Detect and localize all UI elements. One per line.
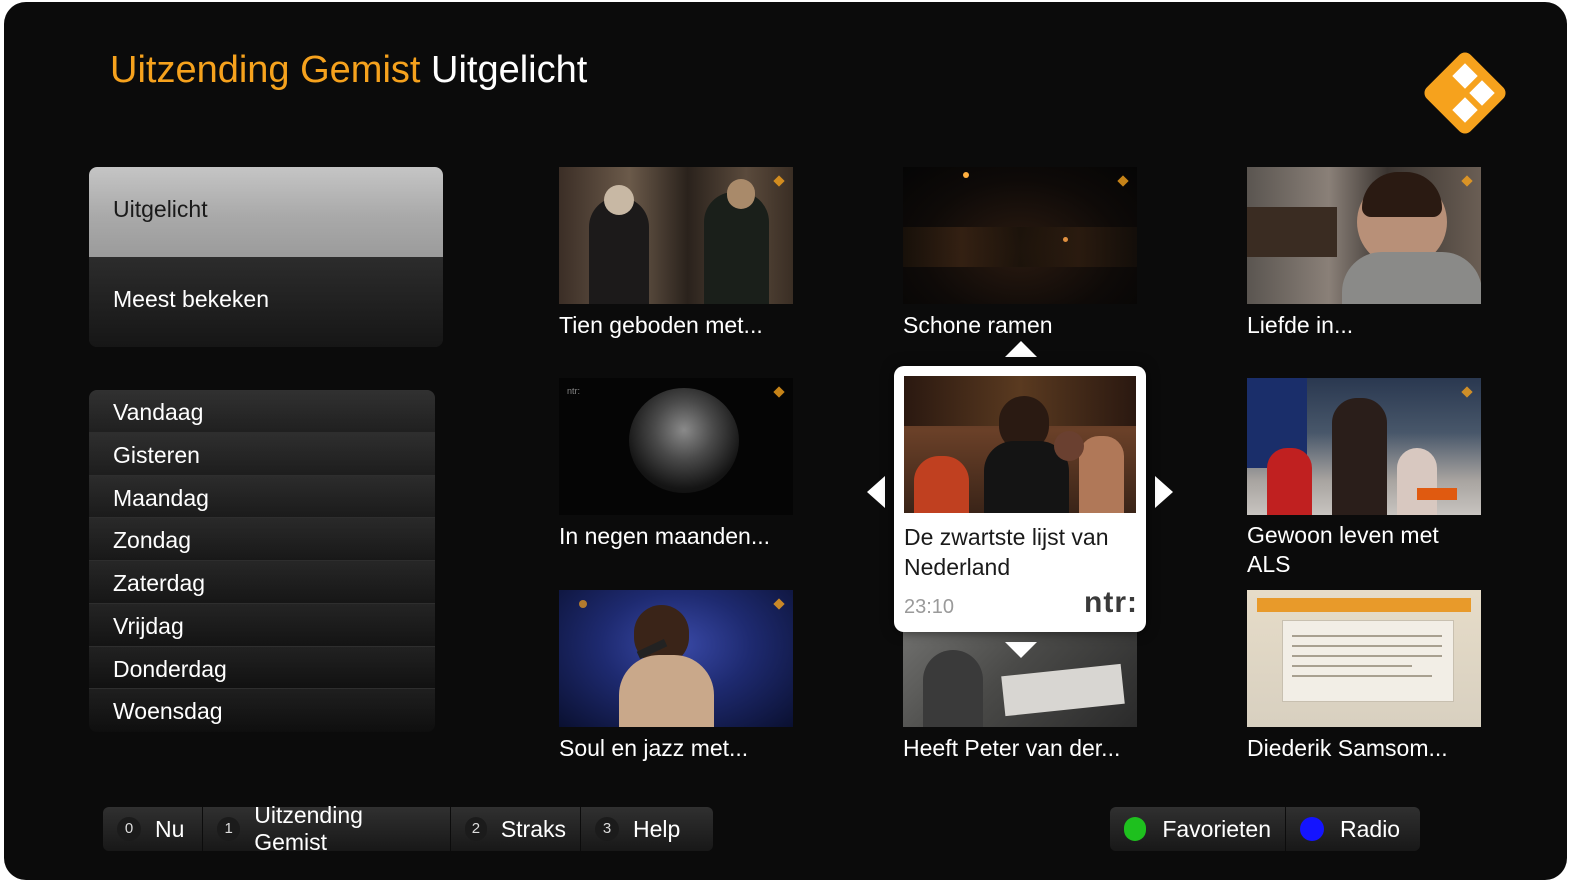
diamond-icon <box>1461 386 1473 398</box>
program-title: In negen maanden... <box>559 523 770 549</box>
day-item-zondag[interactable]: Zondag <box>89 518 435 561</box>
key-1-icon: 1 <box>217 817 241 841</box>
key-0-icon: 0 <box>117 817 141 841</box>
program-title: Heeft Peter van der... <box>903 735 1121 761</box>
featured-title: De zwartste lijst van Nederland <box>904 524 1109 580</box>
program-thumbnail <box>1247 378 1481 515</box>
program-thumbnail <box>559 167 793 304</box>
program-title: Schone ramen <box>903 312 1053 338</box>
nav-button-straks[interactable]: 2 Straks <box>451 807 581 851</box>
section-title: Uitgelicht <box>431 49 588 91</box>
app-logo-icon <box>1424 52 1506 134</box>
nav-label: Uitzending Gemist <box>254 802 363 855</box>
broadcaster-logo: ntr: <box>1084 586 1138 619</box>
favorites-button[interactable]: Favorieten <box>1110 807 1286 851</box>
program-title: Diederik Samsom... <box>1247 735 1448 761</box>
day-item-zaterdag[interactable]: Zaterdag <box>89 561 435 604</box>
favorites-label: Favorieten <box>1162 815 1271 842</box>
program-title: Soul en jazz met... <box>559 735 749 761</box>
program-tile[interactable]: Schone ramen <box>903 167 1137 340</box>
green-key-icon <box>1124 817 1147 841</box>
left-arrow-icon[interactable] <box>867 476 885 508</box>
program-tile[interactable]: Tien geboden met... <box>559 167 793 340</box>
bottom-nav-bar: 0 Nu 1 Uitzending Gemist 2 Straks 3 Help <box>103 802 713 855</box>
program-tile[interactable]: ntr: In negen maanden... <box>559 378 793 551</box>
featured-program-card[interactable]: ntr: De zwartste lijst van Nederland 23:… <box>894 366 1146 632</box>
program-tile[interactable]: Gewoon leven met ALS <box>1247 378 1481 579</box>
menu-item-meest-bekeken[interactable]: Meest bekeken <box>89 257 443 347</box>
color-key-bar: Favorieten Radio <box>1110 807 1420 851</box>
key-3-icon: 3 <box>595 817 619 841</box>
program-title: Tien geboden met... <box>559 312 763 338</box>
program-thumbnail <box>1247 590 1481 727</box>
program-title: Liefde in... <box>1247 312 1354 338</box>
program-thumbnail: ntr: <box>559 378 793 515</box>
diamond-icon <box>773 386 785 398</box>
day-item-donderdag[interactable]: Donderdag <box>89 646 435 690</box>
page-title: Uitzending Gemist Uitgelicht <box>110 48 587 92</box>
key-2-icon: 2 <box>465 817 487 841</box>
radio-label: Radio <box>1340 815 1401 842</box>
day-item-gisteren[interactable]: Gisteren <box>89 432 435 476</box>
nav-button-help[interactable]: 3 Help <box>581 807 713 851</box>
radio-button[interactable]: Radio <box>1286 807 1420 851</box>
day-menu: Vandaag Gisteren Maandag Zondag Zaterdag… <box>89 390 435 732</box>
day-item-vandaag[interactable]: Vandaag <box>89 390 435 433</box>
diamond-icon <box>1461 175 1473 187</box>
diamond-icon <box>773 175 785 187</box>
tv-screen: Uitzending Gemist Uitgelicht Uitgelicht … <box>4 2 1567 880</box>
menu-item-uitgelicht[interactable]: Uitgelicht <box>89 167 443 257</box>
blue-key-icon <box>1300 817 1324 841</box>
program-thumbnail <box>903 167 1137 304</box>
main-menu: Uitgelicht Meest bekeken <box>89 167 443 347</box>
up-arrow-icon[interactable] <box>1005 341 1037 357</box>
program-tile[interactable]: Liefde in... <box>1247 167 1481 340</box>
brand-title: Uitzending Gemist <box>110 49 421 91</box>
program-thumbnail <box>559 590 793 727</box>
diamond-icon <box>1117 175 1129 187</box>
nav-button-uitzending-gemist[interactable]: 1 Uitzending Gemist <box>203 802 451 855</box>
program-title: Gewoon leven met ALS <box>1247 522 1439 577</box>
program-tile[interactable]: Diederik Samsom... <box>1247 590 1481 763</box>
diamond-icon <box>773 598 785 610</box>
featured-time: 23:10 <box>904 596 955 618</box>
down-arrow-icon[interactable] <box>1005 642 1037 658</box>
nav-label: Nu <box>155 815 185 842</box>
day-item-maandag[interactable]: Maandag <box>89 475 435 519</box>
nav-button-nu[interactable]: 0 Nu <box>103 807 203 851</box>
nav-label: Straks <box>500 815 566 842</box>
day-item-vrijdag[interactable]: Vrijdag <box>89 603 435 647</box>
featured-thumbnail: ntr: <box>904 376 1136 513</box>
right-arrow-icon[interactable] <box>1155 476 1173 508</box>
day-item-woensdag[interactable]: Woensdag <box>89 689 435 732</box>
nav-label: Help <box>633 815 681 842</box>
program-tile[interactable]: Soul en jazz met... <box>559 590 793 763</box>
program-thumbnail <box>1247 167 1481 304</box>
